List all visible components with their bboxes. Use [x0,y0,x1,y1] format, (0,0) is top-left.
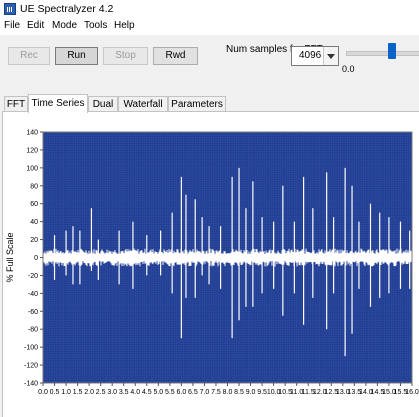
y-tick-label: 80 [30,183,38,190]
slider-min-label: 0.0 [342,64,355,74]
x-tick-label: 6.5 [188,389,198,396]
x-tick-label: 2.0 [84,389,94,396]
chevron-down-icon [327,54,335,59]
spectrum-app-icon [4,3,16,15]
x-tick-label: 6.0 [177,389,187,396]
num-samples-label: Num samples for FFT: [226,44,325,55]
tab-parameters[interactable]: Parameters [168,96,226,112]
num-samples-select[interactable]: 4096 [291,46,339,66]
rec-button[interactable]: Rec [8,47,50,65]
x-tick-label: 1.5 [73,389,83,396]
toolbar: Rec Run Stop Rwd Num samples for FFT: 40… [0,35,419,87]
dropdown-arrow[interactable] [323,47,338,65]
x-tick-label: 4.5 [142,389,152,396]
y-tick-label: 40 [30,219,38,226]
y-tick-label: 60 [30,201,38,208]
x-tick-label: 5.0 [153,389,163,396]
tab-fft[interactable]: FFT [4,96,28,112]
y-tick-label: -120 [24,363,38,370]
y-tick-label: -80 [28,327,38,334]
x-tick-label: 9.0 [246,389,256,396]
x-tick-label: 0.0 [38,389,48,396]
menu-help[interactable]: Help [114,20,135,31]
x-tick-label: 16.0 [405,389,419,396]
x-tick-label: 7.0 [200,389,210,396]
stop-button[interactable]: Stop [103,47,148,65]
y-tick-label: 100 [26,165,38,172]
x-tick-label: 1.0 [61,389,71,396]
x-tick-label: 8.0 [223,389,233,396]
y-tick-label: 0 [34,255,38,262]
y-tick-label: -140 [24,381,38,388]
y-axis-label: % Full Scale [5,232,15,282]
x-tick-label: 8.5 [234,389,244,396]
slider-track[interactable] [346,51,419,56]
time-series-panel: 140 120 100 80 60 40 20 0 -20 -40 -60 -80 -100 -120 -1… [2,111,419,417]
x-tick-label: 4.0 [130,389,140,396]
y-tick-label: -100 [24,345,38,352]
x-tick-label: 2.5 [96,389,106,396]
y-tick-label: -60 [28,309,38,316]
menu-file[interactable]: File [4,20,20,31]
title-bar: UE Spectralyzer 4.2 [0,0,419,19]
x-tick-label: 9.5 [257,389,267,396]
tab-time-series[interactable]: Time Series [28,94,88,113]
y-tick-label: 120 [26,147,38,154]
x-tick-label: 7.5 [211,389,221,396]
y-tick-label: -40 [28,291,38,298]
y-tick-label: 140 [26,130,38,137]
x-tick-label: 3.5 [119,389,129,396]
menu-tools[interactable]: Tools [84,20,107,31]
menu-edit[interactable]: Edit [27,20,44,31]
time-series-chart: 140 120 100 80 60 40 20 0 -20 -40 -60 -80 -100 -120 -1… [5,130,419,397]
y-tick-label: 20 [30,237,38,244]
menu-mode[interactable]: Mode [52,20,77,31]
tab-waterfall[interactable]: Waterfall [118,96,168,112]
x-tick-label: 0.5 [50,389,60,396]
run-button[interactable]: Run [55,47,98,65]
x-tick-label: 5.5 [165,389,175,396]
menu-bar: File Edit Mode Tools Help [0,18,419,35]
num-samples-value: 4096 [299,50,322,61]
y-tick-label: -20 [28,273,38,280]
tab-dual[interactable]: Dual [88,96,118,112]
window-title: UE Spectralyzer 4.2 [20,3,114,15]
rwd-button[interactable]: Rwd [153,47,198,65]
x-tick-label: 3.0 [107,389,117,396]
tab-strip: FFT Time Series Dual Waterfall Parameter… [0,94,419,113]
slider-thumb[interactable] [388,43,397,59]
